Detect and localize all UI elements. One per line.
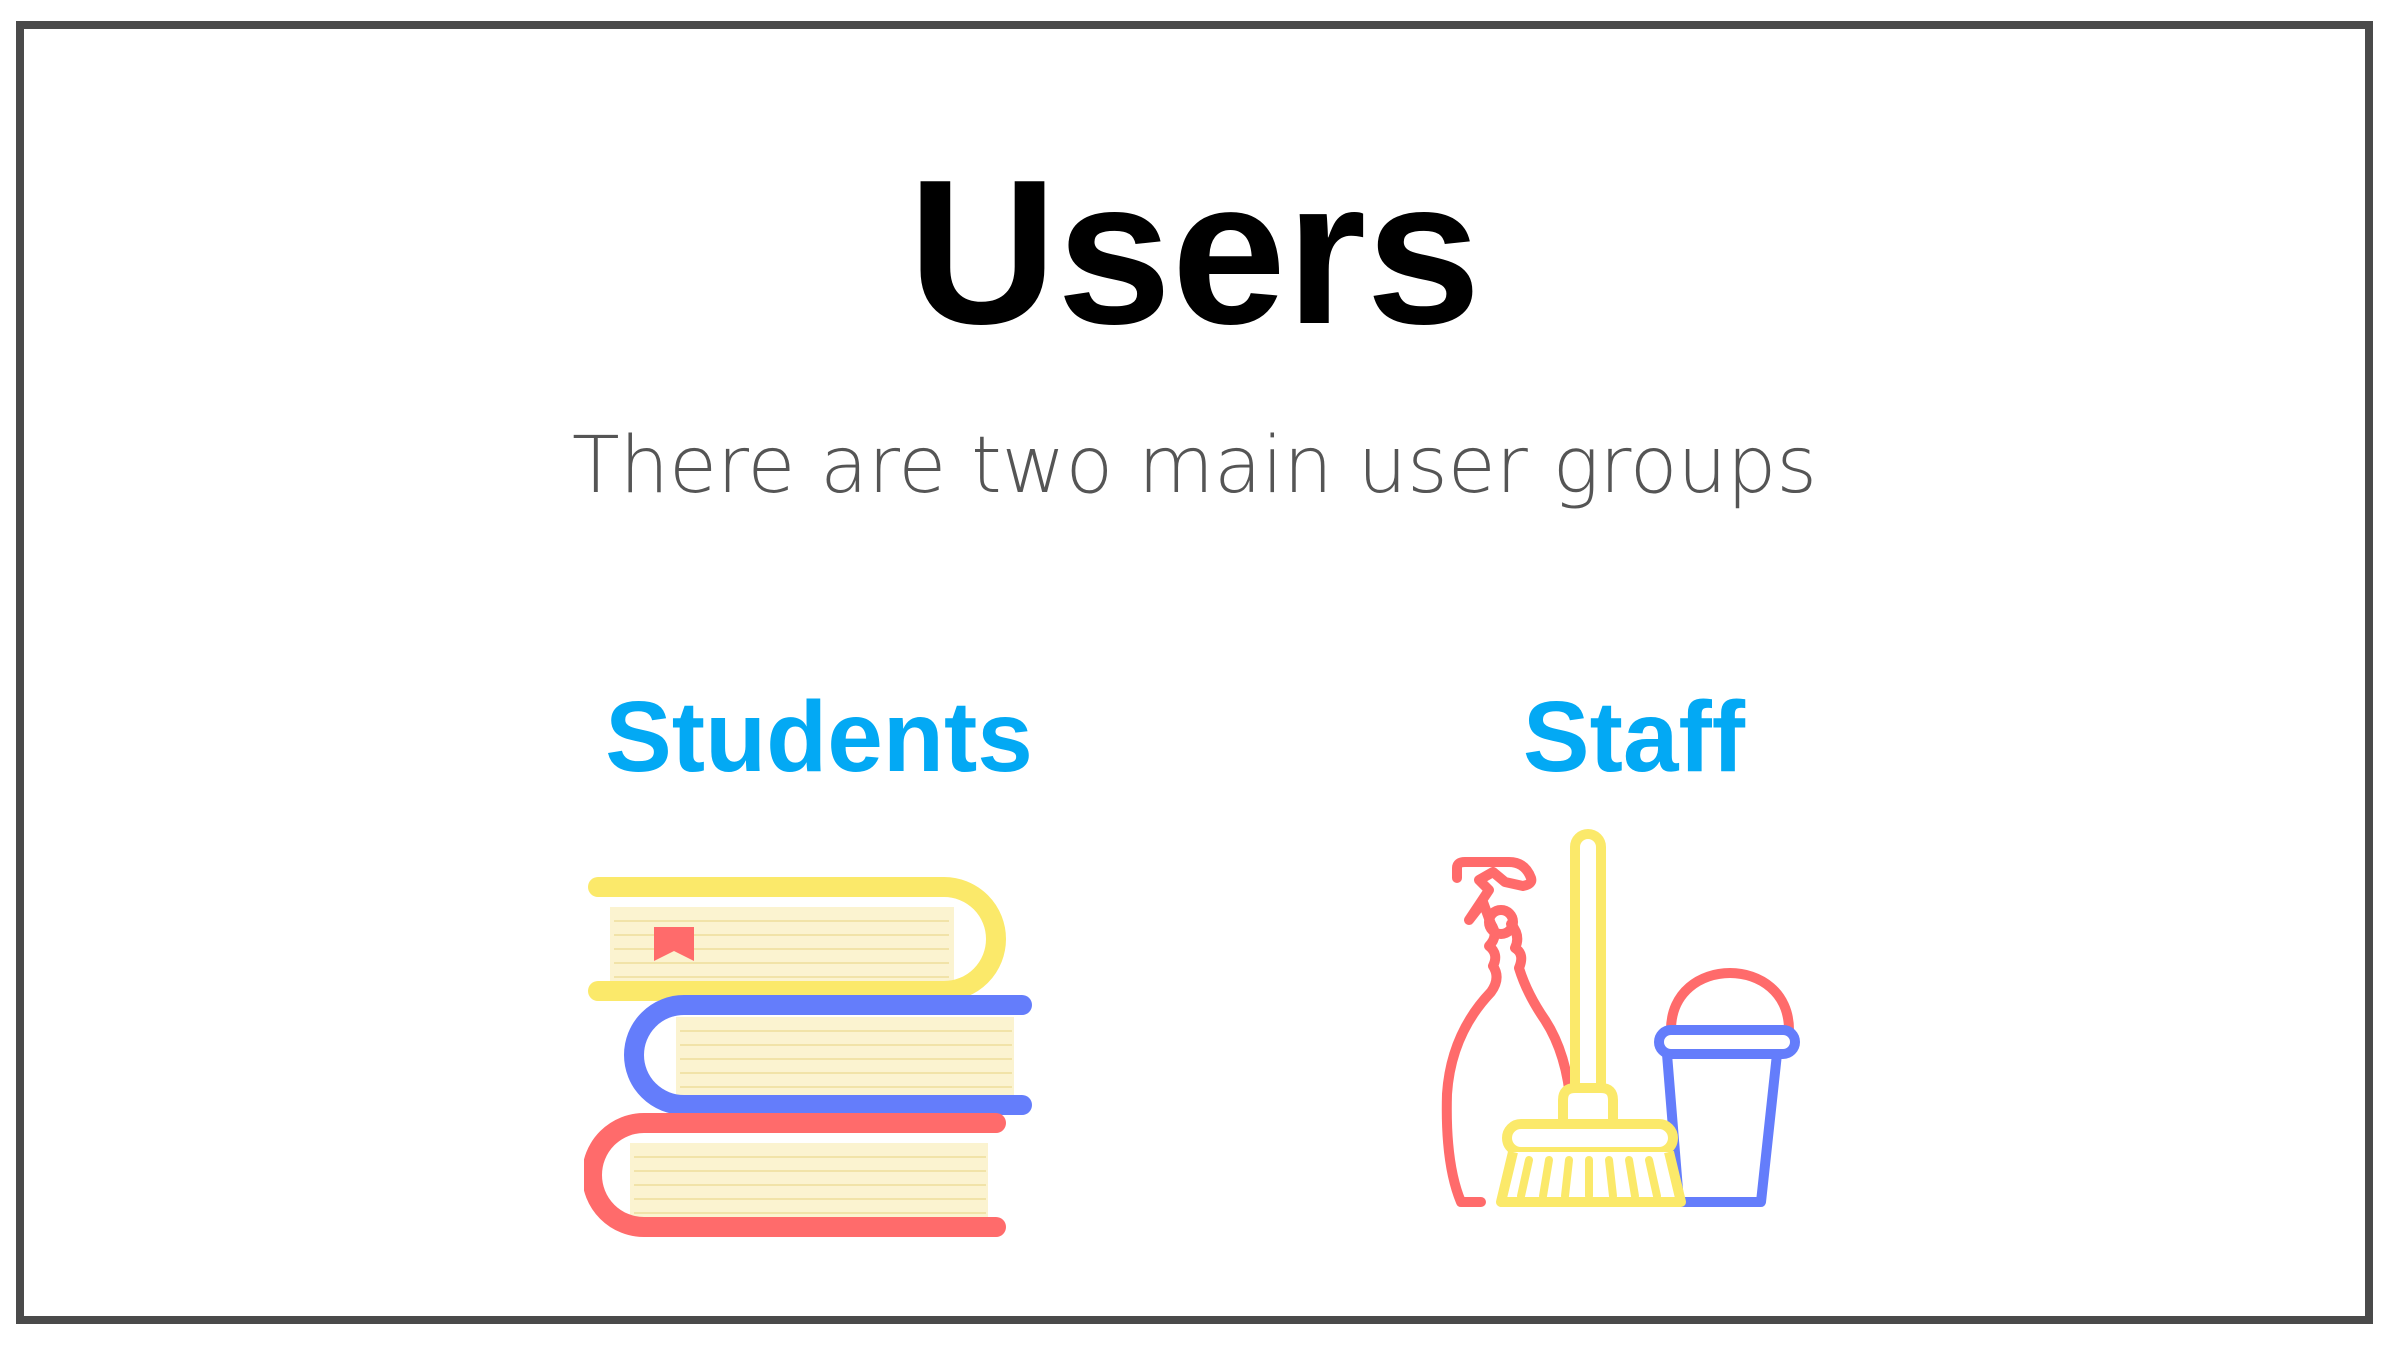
bottle-right <box>1506 919 1576 1111</box>
broom-handle <box>1570 829 1606 1101</box>
bucket-rim <box>1654 1025 1800 1059</box>
slide-subtitle: There are two main user groups <box>571 421 1818 511</box>
broom-head <box>1502 1119 1678 1157</box>
bucket-handle <box>1666 968 1794 1035</box>
slide-frame: Users There are two main user groups Stu… <box>16 21 2373 1324</box>
book-pages <box>676 1017 1014 1095</box>
book-pages <box>630 1143 988 1219</box>
bucket-body <box>1662 1053 1782 1207</box>
broom-collar <box>1558 1083 1618 1124</box>
cleaning-supplies-icon <box>1441 829 1800 1207</box>
staff-label: Staff <box>1522 681 1746 793</box>
bottle-left <box>1441 919 1502 1207</box>
students-label: Students <box>605 681 1033 793</box>
books-icon <box>584 877 1032 1237</box>
bottle-cap <box>1484 905 1518 939</box>
slide-title: Users <box>908 137 1481 367</box>
